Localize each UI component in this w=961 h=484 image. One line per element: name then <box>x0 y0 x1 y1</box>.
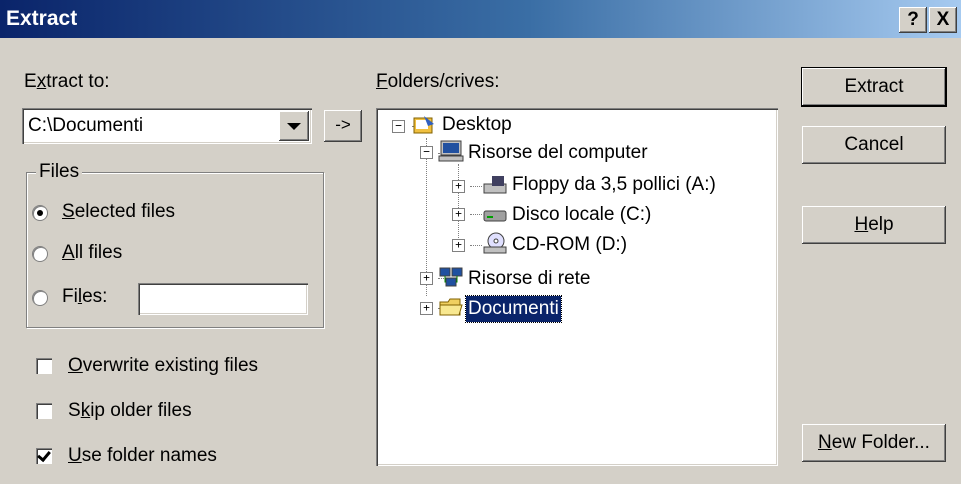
network-icon <box>438 266 463 287</box>
chevron-down-icon <box>287 123 301 130</box>
tree-line <box>470 214 482 215</box>
expand-documents[interactable]: + <box>420 302 433 315</box>
collapse-computer[interactable]: − <box>420 146 433 159</box>
expand-network[interactable]: + <box>420 272 433 285</box>
use-folder-names-checkbox[interactable] <box>36 447 52 464</box>
radio-dot <box>37 210 43 216</box>
help-button[interactable]: Help <box>802 206 946 244</box>
files-pattern-label[interactable]: Files: <box>62 285 107 309</box>
skip-older-checkbox[interactable] <box>36 403 52 419</box>
folders-label: Folders/crives: <box>376 71 500 92</box>
folder-tree[interactable]: − Desktop − Risorse del computer + Flopp… <box>376 108 778 466</box>
tree-line <box>470 245 482 246</box>
cdrom-icon <box>482 232 507 254</box>
help-title-button[interactable]: ? <box>899 7 927 33</box>
close-button[interactable]: X <box>929 7 957 33</box>
extract-button[interactable]: Extract <box>802 68 946 106</box>
radio-all-files[interactable] <box>32 246 48 262</box>
tree-node-disk[interactable]: Disco locale (C:) <box>512 202 651 228</box>
files-pattern-input[interactable] <box>138 283 308 315</box>
title-bar[interactable] <box>0 0 961 38</box>
extract-to-label: Extract to: <box>24 71 110 92</box>
tree-node-cdrom[interactable]: CD-ROM (D:) <box>512 232 627 258</box>
new-folder-button[interactable]: New Folder... <box>802 424 946 462</box>
tree-node-desktop[interactable]: Desktop <box>442 112 512 138</box>
computer-icon <box>438 140 464 162</box>
expand-disk[interactable]: + <box>452 208 465 221</box>
files-group-legend: Files <box>36 160 83 184</box>
tree-node-computer[interactable]: Risorse del computer <box>468 140 648 166</box>
window-title: Extract <box>6 7 78 30</box>
go-arrow-button[interactable]: -> <box>324 110 362 142</box>
overwrite-checkbox[interactable] <box>36 358 52 374</box>
cancel-button[interactable]: Cancel <box>802 126 946 164</box>
collapse-desktop[interactable]: − <box>392 120 405 133</box>
floppy-drive-icon <box>482 174 507 194</box>
selected-files-label[interactable]: Selected files <box>62 200 175 224</box>
use-folder-names-label[interactable]: Use folder names <box>68 444 217 468</box>
all-files-label[interactable]: All files <box>62 241 122 265</box>
folder-icon <box>438 296 463 316</box>
radio-files[interactable] <box>32 290 48 306</box>
radio-selected-files[interactable] <box>32 205 48 221</box>
tree-line <box>470 186 482 187</box>
extract-to-value: C:\Documenti <box>28 115 144 136</box>
tree-node-network[interactable]: Risorse di rete <box>468 266 591 292</box>
expand-cdrom[interactable]: + <box>452 239 465 252</box>
tree-node-documents[interactable]: Documenti <box>465 295 562 323</box>
tree-node-floppy[interactable]: Floppy da 3,5 pollici (A:) <box>512 172 716 198</box>
tree-line <box>458 164 459 244</box>
overwrite-label[interactable]: Overwrite existing files <box>68 354 258 378</box>
desktop-icon <box>412 114 434 134</box>
skip-older-label[interactable]: Skip older files <box>68 399 192 423</box>
extract-to-combo[interactable]: C:\Documenti <box>22 108 312 144</box>
combo-dropdown-button[interactable] <box>279 111 309 141</box>
checkmark-icon <box>37 447 51 463</box>
expand-floppy[interactable]: + <box>452 180 465 193</box>
hard-disk-icon <box>482 204 507 224</box>
